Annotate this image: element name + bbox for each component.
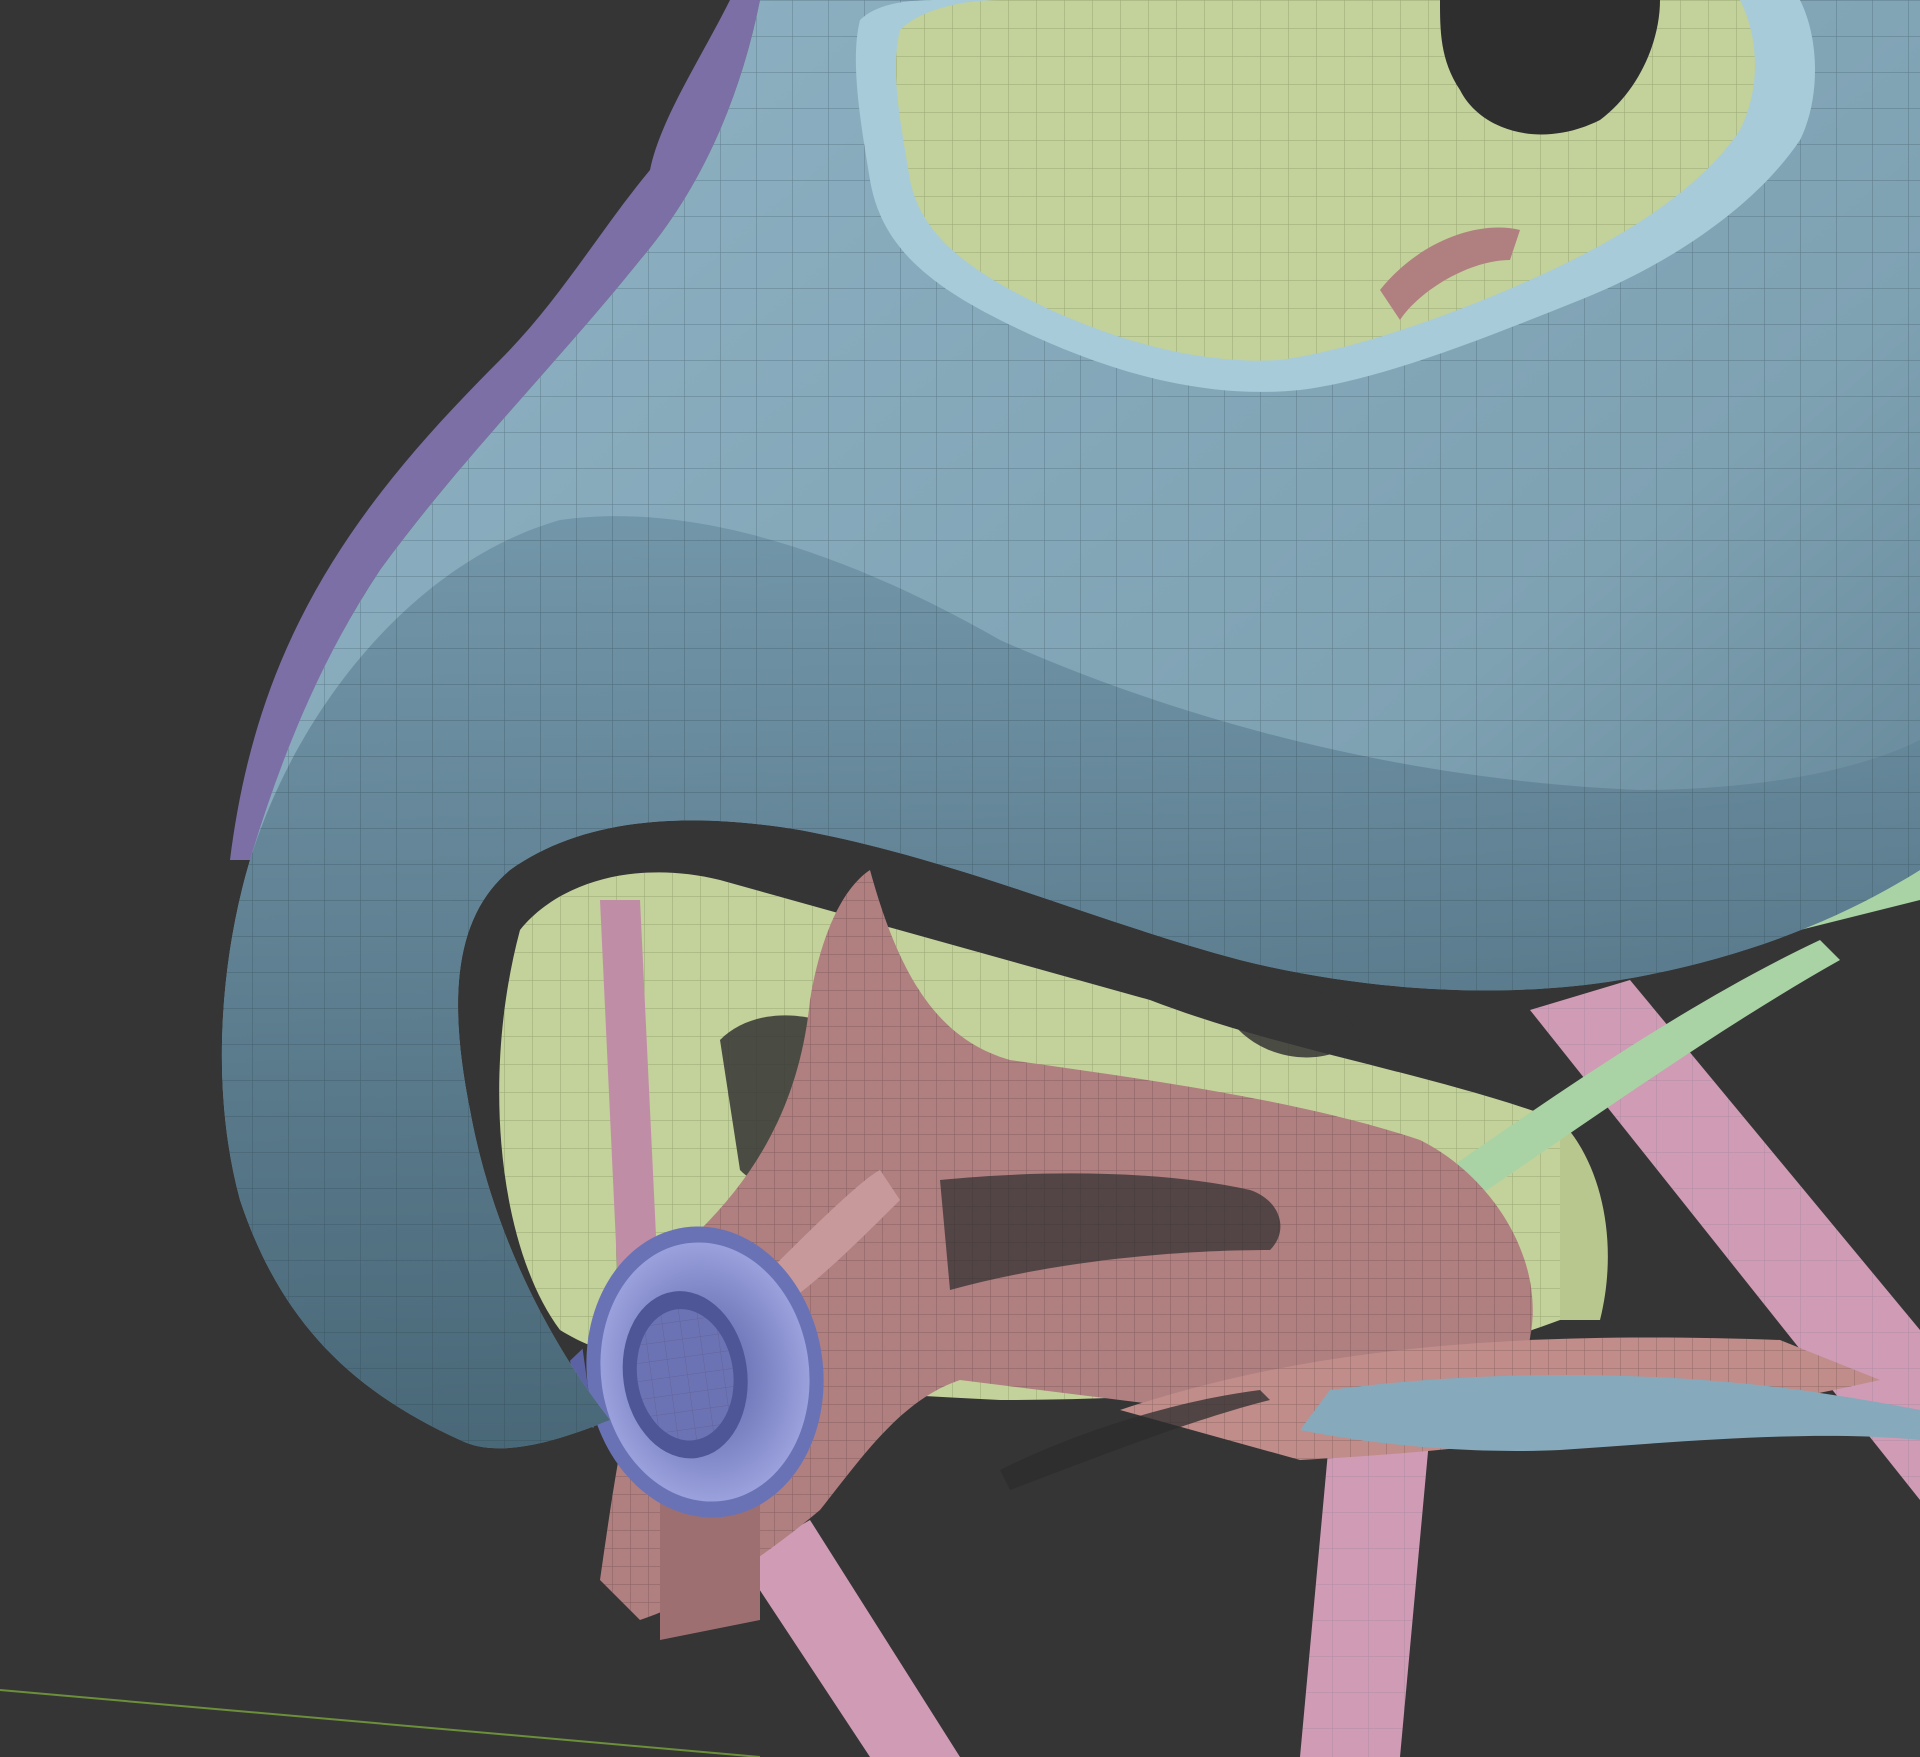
scene-canvas[interactable] bbox=[0, 0, 1920, 1757]
grid-floor-line bbox=[0, 1689, 761, 1757]
3d-viewport[interactable] bbox=[0, 0, 1920, 1757]
